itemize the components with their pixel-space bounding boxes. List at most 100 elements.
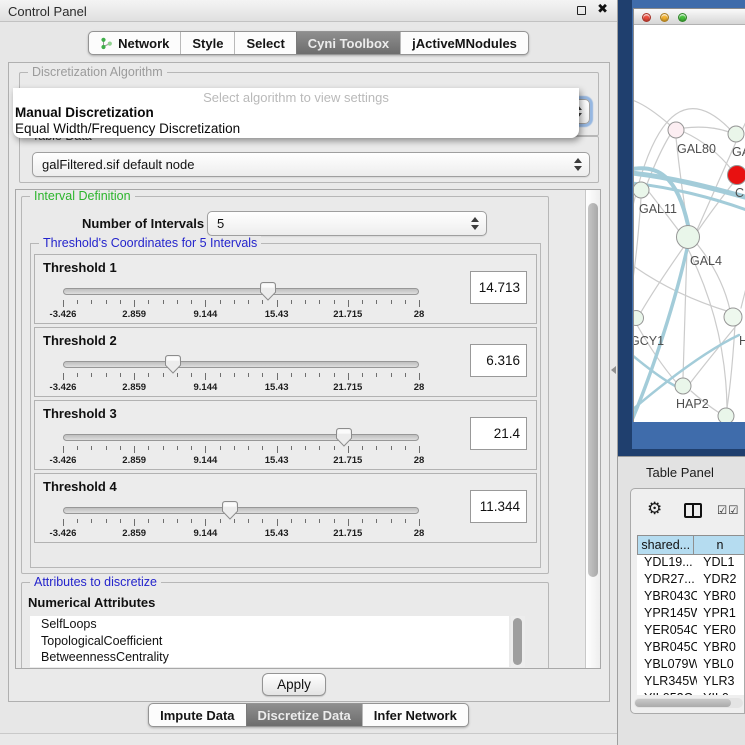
slider-thumb[interactable] — [165, 355, 181, 374]
cell-shared-name[interactable]: YDL19... — [637, 555, 697, 572]
tab-network[interactable]: Network — [89, 32, 180, 54]
tick-mark — [177, 519, 178, 523]
table-row[interactable]: YBR043CYBR0 — [637, 589, 745, 606]
slider-thumb[interactable] — [336, 428, 352, 447]
network-edge[interactable] — [741, 85, 745, 132]
number-of-intervals-combo[interactable]: 5 — [207, 211, 487, 236]
column-header-name[interactable]: n — [694, 535, 745, 555]
apply-button[interactable]: Apply — [262, 673, 326, 696]
attributes-list-scrollbar[interactable] — [511, 616, 525, 667]
cell-shared-name[interactable]: YDR27... — [637, 572, 697, 589]
close-icon[interactable]: ✖ — [597, 2, 608, 17]
select-columns-icon[interactable]: ☑☑ — [717, 503, 740, 517]
tab-discretize-data[interactable]: Discretize Data — [246, 704, 362, 726]
threshold-slider[interactable]: -3.4262.8599.14415.4321.71528 — [63, 431, 419, 469]
split-columns-icon[interactable] — [684, 503, 702, 518]
table-data-combo[interactable]: galFiltered.sif default node — [32, 152, 590, 177]
mac-minimize-button[interactable] — [660, 13, 669, 22]
network-node[interactable] — [668, 122, 684, 138]
attribute-list-item[interactable]: BetweennessCentrality — [30, 649, 509, 666]
threshold-slider[interactable]: -3.4262.8599.14415.4321.71528 — [63, 504, 419, 542]
cell-name[interactable]: YDR2 — [697, 572, 745, 589]
network-edge[interactable] — [641, 248, 683, 312]
network-canvas[interactable]: GAL80GACGAL11GAL4GCY1HHAP2 — [634, 25, 745, 422]
network-node[interactable] — [634, 311, 644, 326]
cell-name[interactable]: YDL1 — [697, 555, 745, 572]
dropdown-option-manual-discretization[interactable]: Manual Discretization — [13, 105, 579, 121]
cell-shared-name[interactable]: YBR045C — [637, 640, 697, 657]
cell-shared-name[interactable]: YLR345W — [637, 674, 697, 691]
network-edge[interactable] — [634, 100, 670, 125]
tab-select[interactable]: Select — [234, 32, 295, 54]
network-edge[interactable] — [688, 249, 727, 408]
cell-shared-name[interactable]: YPR145W — [637, 606, 697, 623]
attribute-list-item[interactable]: SelfLoops — [30, 616, 509, 633]
table-row[interactable]: YBL079WYBL0 — [637, 657, 745, 674]
slider-thumb[interactable] — [222, 501, 238, 520]
threshold-slider[interactable]: -3.4262.8599.14415.4321.71528 — [63, 285, 419, 323]
scrollbar-thumb[interactable] — [588, 203, 598, 577]
network-node[interactable] — [677, 226, 700, 249]
numerical-attributes-list[interactable]: SelfLoopsTopologicalCoefficientBetweenne… — [30, 616, 509, 667]
attribute-list-item[interactable]: TopologicalCoefficient — [30, 633, 509, 650]
tab-cyni-toolbox[interactable]: Cyni Toolbox — [296, 32, 400, 54]
table-row[interactable]: YER054CYER0 — [637, 623, 745, 640]
network-node[interactable] — [675, 378, 691, 394]
table-row[interactable]: YIL052CYIL0 — [637, 691, 745, 695]
network-node[interactable] — [634, 182, 649, 198]
network-edge[interactable] — [634, 109, 737, 210]
threshold-value-field[interactable]: 6.316 — [470, 344, 527, 377]
cell-shared-name[interactable]: YBR043C — [637, 589, 697, 606]
cell-name[interactable]: YPR1 — [697, 606, 745, 623]
network-node[interactable] — [728, 126, 744, 142]
network-edge[interactable] — [684, 127, 729, 132]
cell-name[interactable]: YBR0 — [697, 640, 745, 657]
slider-track[interactable] — [63, 507, 419, 514]
network-node[interactable] — [718, 408, 734, 422]
cell-shared-name[interactable]: YER054C — [637, 623, 697, 640]
cell-name[interactable]: YBL0 — [697, 657, 745, 674]
network-node[interactable] — [724, 308, 742, 326]
network-node[interactable] — [728, 166, 745, 185]
slider-track[interactable] — [63, 434, 419, 441]
tick-mark — [305, 300, 306, 304]
slider-track[interactable] — [63, 288, 419, 295]
threshold-slider[interactable]: -3.4262.8599.14415.4321.71528 — [63, 358, 419, 396]
table-row[interactable]: YLR345WYLR3 — [637, 674, 745, 691]
tab-infer-network[interactable]: Infer Network — [362, 704, 468, 726]
threshold-value-field[interactable]: 11.344 — [470, 490, 527, 523]
settings-vertical-scrollbar[interactable] — [585, 190, 600, 668]
cell-shared-name[interactable]: YBL079W — [637, 657, 697, 674]
dropdown-placeholder-item[interactable]: Select algorithm to view settings — [13, 88, 579, 105]
cell-name[interactable]: YLR3 — [697, 674, 745, 691]
cell-name[interactable]: YIL0 — [697, 691, 745, 695]
network-edge[interactable] — [741, 245, 745, 308]
table-row[interactable]: YDL19...YDL1 — [637, 555, 745, 572]
column-header-shared-name[interactable]: shared... — [637, 535, 694, 555]
tab-impute-data[interactable]: Impute Data — [149, 704, 245, 726]
scrollbar-thumb[interactable] — [513, 618, 522, 665]
cell-shared-name[interactable]: YIL052C — [637, 691, 697, 695]
slider-track[interactable] — [63, 361, 419, 368]
tab-style[interactable]: Style — [180, 32, 234, 54]
tick-label: 15.43 — [265, 528, 289, 539]
threshold-value-field[interactable]: 21.4 — [470, 417, 527, 450]
scrollbar-thumb[interactable] — [635, 699, 731, 707]
gear-icon[interactable]: ⚙ — [647, 499, 662, 519]
mac-zoom-button[interactable] — [678, 13, 687, 22]
threshold-value-field[interactable]: 14.713 — [470, 271, 527, 304]
cell-name[interactable]: YBR0 — [697, 589, 745, 606]
table-row[interactable]: YPR145WYPR1 — [637, 606, 745, 623]
network-edge[interactable] — [634, 355, 681, 389]
float-window-icon[interactable] — [577, 6, 586, 15]
table-row[interactable]: YBR045CYBR0 — [637, 640, 745, 657]
table-row[interactable]: YDR27...YDR2 — [637, 572, 745, 589]
mac-close-button[interactable] — [642, 13, 651, 22]
splitter-collapse-icon[interactable] — [611, 366, 616, 374]
dropdown-option-equal-width-frequency[interactable]: Equal Width/Frequency Discretization — [13, 121, 579, 137]
tab-jactivemnodules[interactable]: jActiveMNodules — [400, 32, 528, 54]
network-edge[interactable] — [691, 326, 736, 382]
slider-thumb[interactable] — [260, 282, 276, 301]
cell-name[interactable]: YER0 — [697, 623, 745, 640]
table-horizontal-scrollbar[interactable] — [634, 698, 743, 708]
